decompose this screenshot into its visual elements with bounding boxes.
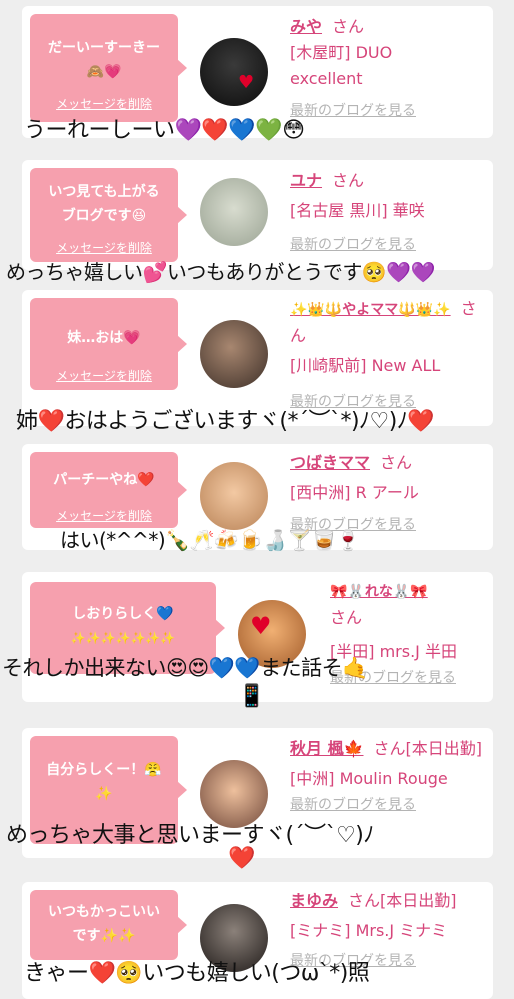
profile-name-link[interactable]: ✨👑🔱やよママ🔱👑✨ <box>290 302 451 318</box>
message-bubble: 妹…おは💗 メッセージを削除 <box>30 298 187 390</box>
shop-link[interactable]: [木屋町] DUO excellent <box>290 40 450 92</box>
honorific: さん <box>330 608 363 627</box>
latest-blog-link[interactable]: 最新のブログを見る <box>290 792 490 818</box>
profile-name-row: まゆみ さん[本日出勤] <box>290 888 490 914</box>
profile-name-link[interactable]: 秋月 楓🍁 <box>290 739 364 758</box>
profile-info: ユナ さん [名古屋 黒川] 華咲 最新のブログを見る <box>290 168 480 258</box>
message-bubble: パーチーやね❤️ メッセージを削除 <box>30 452 187 528</box>
profile-name-link[interactable]: 🎀🐰れな🐰🎀 <box>330 584 428 600</box>
heart-sticker-icon: ♥ <box>250 612 272 640</box>
message-text: いつ見ても上がる <box>48 184 160 200</box>
profile-name-row: みや さん <box>290 14 480 40</box>
message-text: だーいーすーきー <box>48 40 160 56</box>
profile-info: みや さん [木屋町] DUO excellent 最新のブログを見る <box>290 14 480 124</box>
profile-name-link[interactable]: まゆみ <box>290 891 338 910</box>
message-text: ブログです😆 <box>61 208 147 224</box>
delete-message-link[interactable]: メッセージを削除 <box>30 367 178 384</box>
avatar[interactable] <box>200 320 268 388</box>
shop-link[interactable]: [川崎駅前] New ALL <box>290 353 490 379</box>
profile-name-row: 秋月 楓🍁 さん[本日出勤] <box>290 736 490 762</box>
message-text: です✨✨ <box>72 928 136 944</box>
profile-name-link[interactable]: みや <box>290 17 322 36</box>
message-card: しおりらしく💙 ✨✨✨✨✨✨✨ ♥ 🎀🐰れな🐰🎀 さん [半田] mrs.J 半… <box>22 572 493 702</box>
message-text: いつもかっこいい <box>48 904 160 920</box>
shop-link[interactable]: [ミナミ] Mrs.J ミナミ <box>290 918 490 944</box>
message-text-emoji: 🙈💗 <box>86 64 122 80</box>
profile-name-link[interactable]: ユナ <box>290 171 322 190</box>
profile-info: ✨👑🔱やよママ🔱👑✨ さん [川崎駅前] New ALL 最新のブログを見る <box>290 296 490 415</box>
heart-sticker-icon: ♥ <box>238 72 255 93</box>
honorific: さん <box>380 453 413 472</box>
honorific: さん <box>373 739 406 758</box>
message-text: 妹…おは💗 <box>67 330 141 346</box>
shop-link[interactable]: [名古屋 黒川] 華咲 <box>290 198 480 224</box>
avatar[interactable] <box>200 462 268 530</box>
profile-name-row: つばきママ さん <box>290 450 490 476</box>
profile-info: 秋月 楓🍁 さん[本日出勤] [中洲] Moulin Rouge 最新のブログを見… <box>290 736 490 818</box>
profile-name-link[interactable]: つばきママ <box>290 453 370 472</box>
work-status: [本日出勤] <box>380 891 457 910</box>
delete-message-link[interactable]: メッセージを削除 <box>30 239 178 256</box>
shop-link[interactable]: [中洲] Moulin Rouge <box>290 766 490 792</box>
delete-message-link[interactable]: メッセージを削除 <box>30 507 178 524</box>
avatar[interactable]: ♥ <box>200 38 268 106</box>
message-text-emoji: ✨✨✨✨✨✨✨ <box>70 631 176 645</box>
reply-text: 姉❤️おはようございますヾ(*´︶`*)ﾉ♡)ﾉ❤️ <box>16 409 435 434</box>
message-text-emoji: ✨ <box>95 786 113 802</box>
profile-name-row: 🎀🐰れな🐰🎀 <box>330 578 490 605</box>
message-text: 自分らしくー！😤 <box>46 762 162 778</box>
avatar[interactable] <box>200 178 268 246</box>
honorific: さん <box>348 891 381 910</box>
profile-name-row: ユナ さん <box>290 168 480 194</box>
reply-text: それしか出来ない😍😍💙💙また話そ🤙 <box>2 656 368 680</box>
reply-text: はい(*^^*)🍾🥂🍻🍺🍶🍸🥃🍷 <box>60 528 361 552</box>
reply-text-line2: ❤️ <box>228 846 255 871</box>
work-status: [本日出勤] <box>405 739 483 758</box>
latest-blog-link[interactable]: 最新のブログを見る <box>290 98 480 124</box>
message-bubble: だーいーすーきー 🙈💗 メッセージを削除 <box>30 14 187 122</box>
message-text: パーチーやね❤️ <box>53 472 155 488</box>
reply-text-line2: 📱 <box>238 684 265 709</box>
reply-text: うーれーしーい💜❤️💙💚😳 <box>24 118 305 143</box>
latest-blog-link[interactable]: 最新のブログを見る <box>290 232 480 258</box>
shop-link[interactable]: [西中洲] R アール <box>290 480 490 506</box>
reply-text: きゃー❤️🥺いつも嬉しい(つω`*)照 <box>24 961 370 986</box>
message-bubble: いつ見ても上がる ブログです😆 メッセージを削除 <box>30 168 187 262</box>
reply-text: めっちゃ嬉しい💕いつもありがとうです🥺💜💜 <box>6 260 436 284</box>
delete-message-link[interactable]: メッセージを削除 <box>30 95 178 112</box>
reply-text: めっちゃ大事と思いまーすヾ(´︶`♡)ﾉ <box>6 823 374 848</box>
message-card: いつ見ても上がる ブログです😆 メッセージを削除 ユナ さん [名古屋 黒川] 華… <box>22 160 493 270</box>
message-bubble: いつもかっこいい です✨✨ <box>30 890 187 960</box>
honorific: さん <box>332 171 365 190</box>
message-text: しおりらしく💙 <box>72 606 174 622</box>
profile-name-row: ✨👑🔱やよママ🔱👑✨ さん <box>290 296 490 349</box>
honorific: さん <box>332 17 365 36</box>
